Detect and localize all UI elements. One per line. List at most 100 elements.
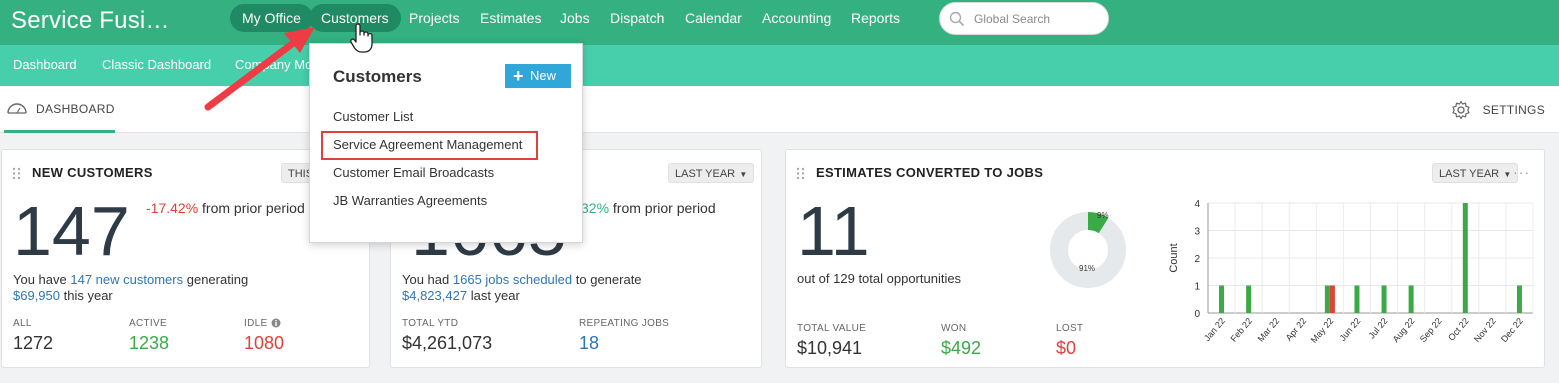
nav-estimates[interactable]: Estimates bbox=[468, 4, 553, 32]
bar-won bbox=[1381, 285, 1387, 313]
stat-label-idle: IDLE bbox=[244, 318, 268, 329]
x-tick-label: May 22 bbox=[1309, 316, 1336, 345]
bar-won bbox=[1219, 285, 1225, 313]
highlight-box bbox=[321, 131, 538, 160]
annotation-arrow bbox=[204, 27, 315, 111]
card-title: ESTIMATES CONVERTED TO JOBS bbox=[816, 165, 1044, 180]
jobs-scheduled-link[interactable]: 1665 jobs scheduled bbox=[453, 272, 572, 287]
new-customers-link[interactable]: 147 new customers bbox=[70, 272, 183, 287]
stat-label-all: ALL bbox=[13, 318, 32, 329]
stat-label-active: ACTIVE bbox=[129, 318, 167, 329]
y-axis-label: Count bbox=[1168, 243, 1180, 272]
menu-item-jb-warranties-agreements[interactable]: JB Warranties Agreements bbox=[333, 193, 487, 208]
chevron-down-icon: ▼ bbox=[1501, 170, 1512, 179]
big-number: 11 bbox=[797, 192, 870, 270]
x-tick-label: Sep 22 bbox=[1418, 316, 1444, 344]
gear-icon bbox=[1451, 100, 1470, 120]
desc-suffix: last year bbox=[470, 288, 520, 303]
search-input[interactable] bbox=[974, 10, 1099, 28]
tab-dashboard[interactable]: DASHBOARD bbox=[4, 86, 115, 133]
bar-won bbox=[1462, 203, 1468, 313]
desc-prefix: You had bbox=[402, 272, 450, 287]
estimates-bar-chart: 0 1 2 3 4 Count Jan 22 Feb 22 Mar 22 Apr 22 May 22… bbox=[1168, 199, 1534, 345]
drag-handle-icon[interactable] bbox=[12, 167, 21, 180]
bar-won bbox=[1516, 285, 1522, 313]
donut-other-label: 91% bbox=[1079, 264, 1095, 273]
x-tick-label: Dec 22 bbox=[1499, 316, 1525, 344]
stat-value-active: 1238 bbox=[129, 333, 170, 353]
menu-item-customer-email-broadcasts[interactable]: Customer Email Broadcasts bbox=[333, 165, 494, 180]
stat-label-lost: LOST bbox=[1056, 323, 1084, 334]
x-tick-label: Jan 22 bbox=[1202, 316, 1227, 343]
period-select[interactable]: LAST YEAR ▼ bbox=[1432, 163, 1519, 183]
period-label: LAST YEAR bbox=[675, 168, 736, 180]
stat-value-repeating-jobs: 18 bbox=[579, 333, 600, 353]
y-tick-label: 3 bbox=[1194, 227, 1200, 238]
desc-prefix: You have bbox=[13, 272, 67, 287]
opportunities-text: out of 129 total opportunities bbox=[797, 271, 962, 286]
desc-mid: generating bbox=[186, 272, 249, 287]
change-text: from prior period bbox=[612, 200, 716, 216]
nav-dispatch[interactable]: Dispatch bbox=[598, 4, 676, 32]
plus-icon: + bbox=[513, 66, 524, 86]
y-tick-label: 4 bbox=[1194, 199, 1200, 210]
change-line: 32% from prior period bbox=[581, 200, 716, 216]
revenue-link[interactable]: $69,950 bbox=[13, 288, 60, 303]
subnav-dashboard[interactable]: Dashboard bbox=[13, 57, 77, 72]
nav-reports[interactable]: Reports bbox=[839, 4, 912, 32]
revenue-link[interactable]: $4,823,427 bbox=[402, 288, 467, 303]
x-tick-label: Mar 22 bbox=[1256, 316, 1282, 344]
change-percent: 32% bbox=[581, 200, 610, 216]
change-line: -17.42% from prior period bbox=[146, 200, 305, 216]
donut-chart: 9% 91% bbox=[1050, 211, 1126, 288]
card-title: NEW CUSTOMERS bbox=[32, 165, 153, 180]
global-search[interactable] bbox=[939, 2, 1109, 35]
stat-label-total-value: TOTAL VALUE bbox=[797, 323, 867, 334]
x-tick-label: Jul 22 bbox=[1366, 316, 1389, 341]
new-button-label: New bbox=[530, 68, 557, 83]
y-tick-label: 0 bbox=[1194, 309, 1200, 320]
bar-won bbox=[1246, 285, 1252, 313]
stat-value-idle: 1080 bbox=[244, 333, 285, 353]
period-label: LAST YEAR bbox=[1439, 168, 1500, 180]
y-tick-label: 1 bbox=[1194, 282, 1200, 293]
app-title[interactable]: Service Fusi… bbox=[11, 7, 170, 35]
dropdown-title: Customers bbox=[333, 67, 422, 86]
search-icon bbox=[949, 11, 965, 27]
nav-jobs[interactable]: Jobs bbox=[548, 4, 602, 32]
settings-label: SETTINGS bbox=[1482, 103, 1545, 117]
chevron-down-icon: ▼ bbox=[737, 170, 748, 179]
donut-won-label: 9% bbox=[1097, 211, 1109, 220]
new-customer-button[interactable]: + New bbox=[505, 64, 571, 88]
menu-item-customer-list[interactable]: Customer List bbox=[333, 109, 413, 124]
x-tick-label: Oct 22 bbox=[1446, 316, 1471, 343]
stat-value-won: $492 bbox=[941, 338, 982, 358]
more-options-icon[interactable]: ··· bbox=[1513, 164, 1530, 180]
gauge-icon bbox=[7, 103, 27, 114]
info-icon[interactable] bbox=[271, 318, 281, 328]
stat-label-won: WON bbox=[941, 323, 967, 334]
bar-lost bbox=[1329, 285, 1335, 313]
nav-accounting[interactable]: Accounting bbox=[750, 4, 843, 32]
drag-handle-icon[interactable] bbox=[796, 167, 805, 180]
nav-calendar[interactable]: Calendar bbox=[673, 4, 754, 32]
x-tick-label: Nov 22 bbox=[1472, 316, 1498, 344]
desc-mid: to generate bbox=[575, 272, 642, 287]
stat-value-total-value: $10,941 bbox=[797, 338, 863, 358]
period-select[interactable]: LAST YEAR ▼ bbox=[668, 163, 755, 183]
bar-won bbox=[1408, 285, 1414, 313]
settings-button[interactable]: SETTINGS bbox=[1451, 100, 1545, 120]
card-description: You have 147 new customers generating $6… bbox=[13, 272, 353, 304]
bar-won bbox=[1354, 285, 1360, 313]
change-text: from prior period bbox=[202, 200, 305, 216]
stat-value-all: 1272 bbox=[13, 333, 54, 353]
change-percent: -17.42% bbox=[146, 200, 199, 216]
x-tick-label: Apr 22 bbox=[1284, 316, 1309, 343]
stat-label-repeating-jobs: REPEATING JOBS bbox=[579, 318, 670, 329]
y-tick-label: 2 bbox=[1194, 254, 1200, 265]
nav-projects[interactable]: Projects bbox=[397, 4, 472, 32]
x-tick-label: Feb 22 bbox=[1228, 316, 1254, 344]
stat-value-total-ytd: $4,261,073 bbox=[402, 333, 493, 353]
stat-label-total-ytd: TOTAL YTD bbox=[402, 318, 459, 329]
hand-cursor-icon bbox=[350, 23, 373, 53]
